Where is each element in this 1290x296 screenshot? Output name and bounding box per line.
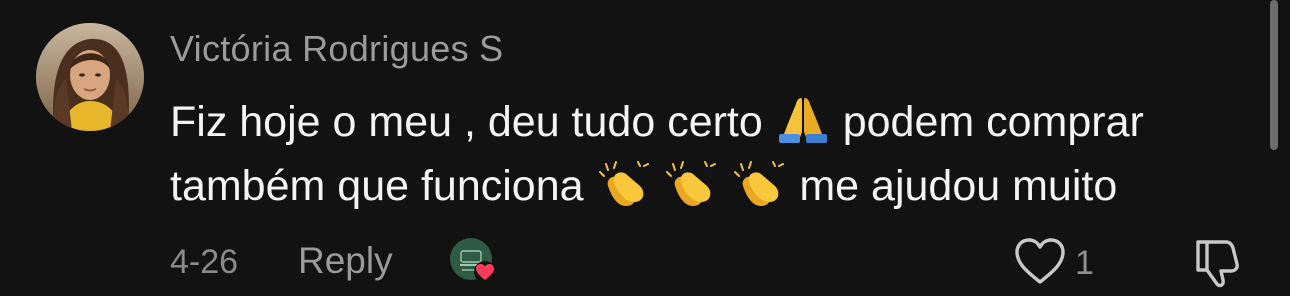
comment-text-segment: podem comprar [842, 98, 1144, 146]
comment-text-line-1: Fiz hoje o meu , deu tudo certo podem co… [170, 90, 1260, 154]
comment-text-segment: Fiz hoje o meu , deu tudo certo [170, 98, 763, 146]
comment-text-segment: também que funciona [170, 162, 584, 210]
comment-author[interactable]: Victória Rodrigues S [170, 28, 504, 70]
user-avatar[interactable] [36, 23, 144, 131]
creator-liked-badge [449, 237, 497, 285]
folded-hands-emoji-icon [778, 98, 827, 143]
comment-item: Victória Rodrigues S Fiz hoje o meu , de… [0, 0, 1290, 296]
reply-button[interactable]: Reply [298, 240, 393, 282]
clapping-hands-emoji-icon [598, 161, 649, 206]
scrollbar[interactable] [1270, 0, 1278, 150]
like-button[interactable] [1012, 236, 1068, 286]
avatar-photo [36, 23, 144, 131]
dislike-button[interactable] [1190, 236, 1246, 290]
clapping-hands-emoji-icon [734, 161, 785, 206]
comment-text-line-2: também que funciona me ajudou muito [170, 154, 1260, 218]
comment-text-segment: me ajudou muito [799, 162, 1118, 210]
creator-avatar-icon [450, 238, 496, 283]
comment-text: Fiz hoje o meu , deu tudo certo podem co… [170, 90, 1260, 218]
like-count: 1 [1075, 244, 1094, 282]
clapping-hands-emoji-icon [666, 161, 717, 206]
thumbs-down-icon [1196, 240, 1239, 288]
comment-date: 4-26 [170, 243, 239, 281]
heart-outline-icon [1015, 238, 1065, 284]
